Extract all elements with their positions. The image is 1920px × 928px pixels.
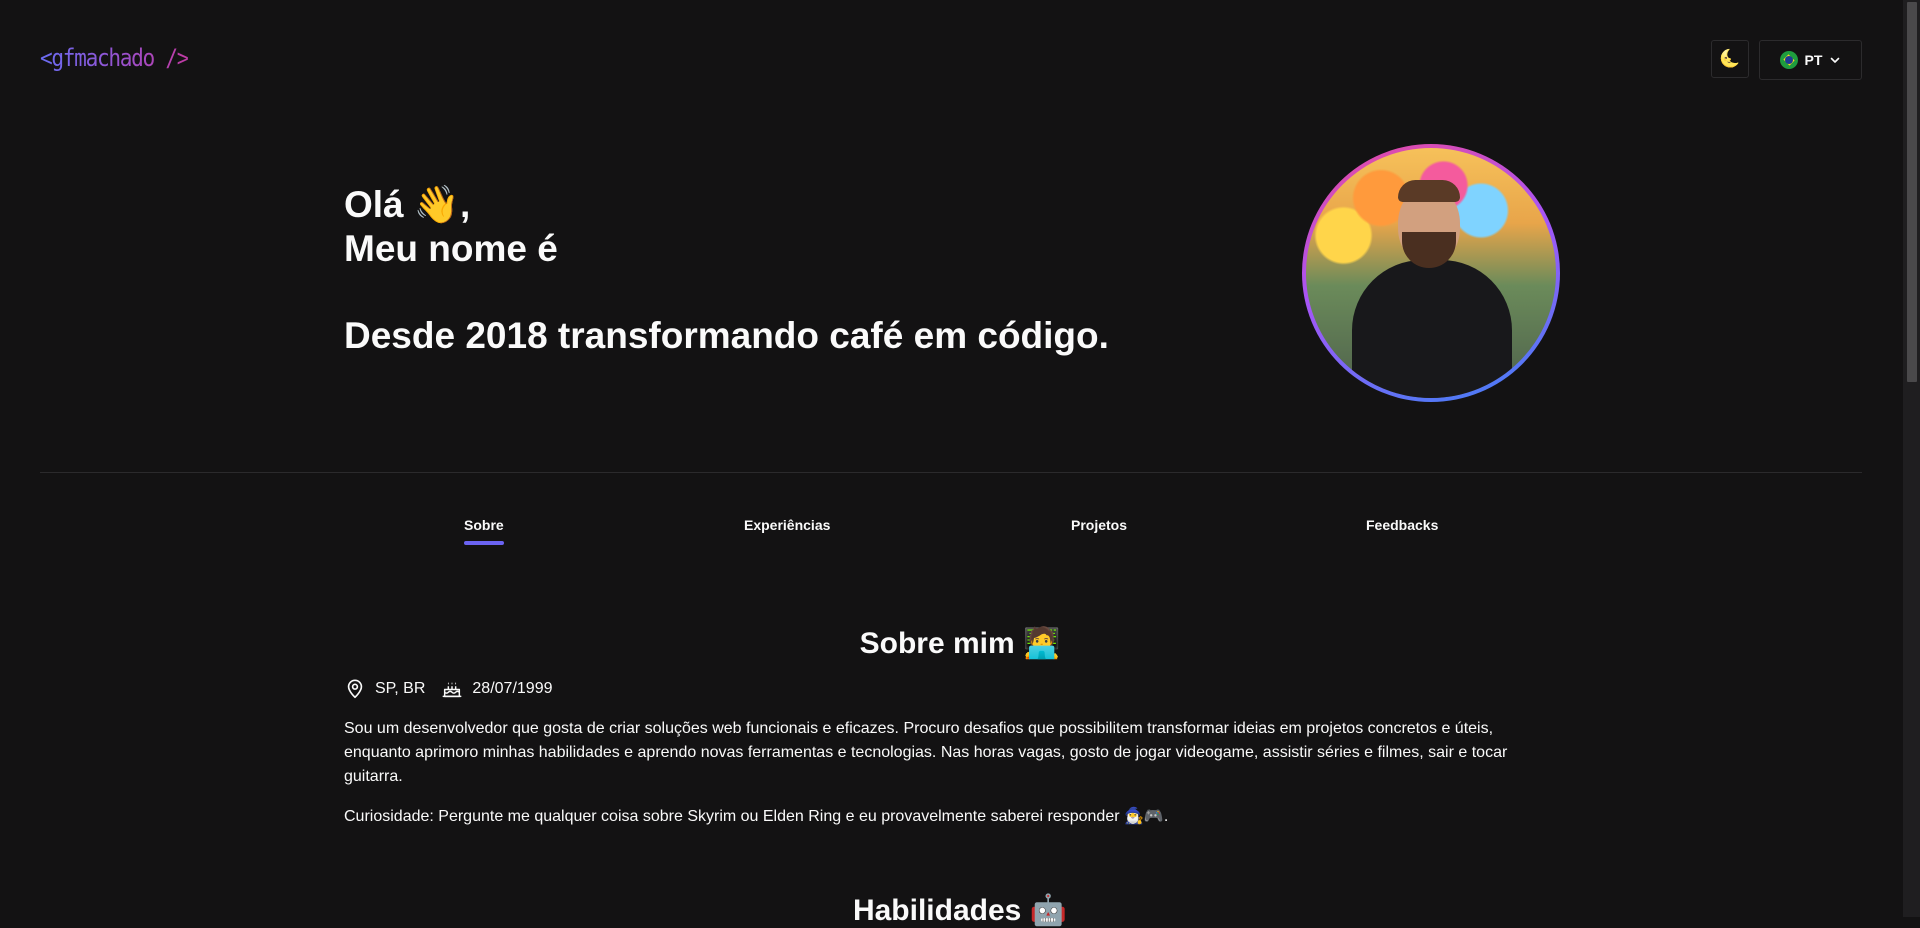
page-scrollbar[interactable]: [1903, 0, 1920, 917]
site-logo[interactable]: <gfmachado />: [40, 44, 189, 72]
location-pin-icon: [347, 679, 363, 699]
tab-feedbacks[interactable]: Feedbacks: [1366, 517, 1438, 533]
tab-projetos[interactable]: Projetos: [1071, 517, 1127, 533]
brazil-flag-icon: [1779, 51, 1798, 69]
profile-photo: [1302, 144, 1560, 402]
about-description: Sou um desenvolvedor que gosta de criar …: [344, 720, 1508, 785]
tab-sobre[interactable]: Sobre: [464, 517, 504, 545]
tab-experiencias[interactable]: Experiências: [744, 517, 830, 533]
hero-tagline: Desde 2018 transformando café em código.: [344, 315, 1109, 356]
birthday-text: 28/07/1999: [472, 680, 553, 697]
about-title: Sobre mim 🧑‍💻: [859, 627, 1061, 660]
hero-name-line: Meu nome é: [344, 228, 558, 269]
language-label: PT: [1804, 52, 1823, 68]
scrollbar-thumb[interactable]: [1907, 2, 1917, 382]
language-select[interactable]: PT: [1759, 40, 1862, 80]
hero-greeting: Olá 👋,: [344, 184, 471, 225]
hero-intro: Olá 👋, Meu nome é Desde 2018 transforman…: [344, 183, 1109, 358]
birthday-cake-icon: [442, 682, 462, 698]
about-curiosity: Curiosidade: Pergunte me qualquer coisa …: [344, 808, 1169, 825]
skills-title: Habilidades 🤖: [852, 894, 1068, 927]
section-divider: [40, 472, 1862, 473]
theme-toggle-button[interactable]: 🌜: [1711, 40, 1749, 78]
moon-icon: 🌜: [1719, 49, 1741, 68]
location-text: SP, BR: [375, 680, 426, 697]
chevron-down-icon: [1831, 57, 1840, 63]
about-meta: SP, BR 28/07/1999: [344, 678, 552, 700]
avatar: [1306, 148, 1556, 398]
